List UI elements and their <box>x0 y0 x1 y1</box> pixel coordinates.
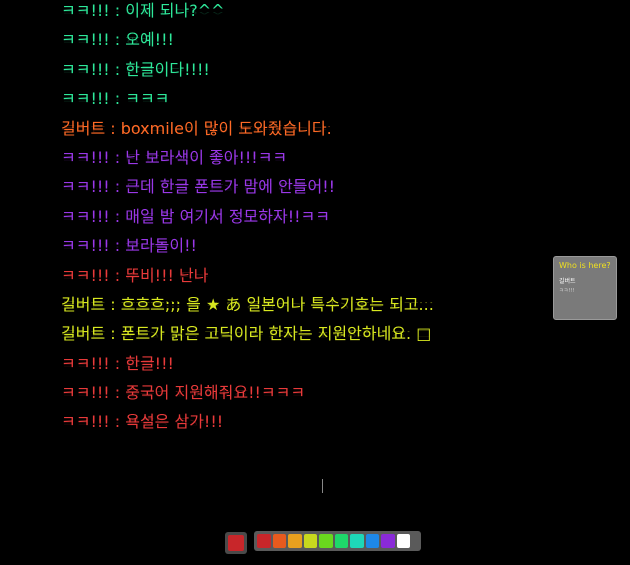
chat-message: ㅋㅋ!!! : 매일 밤 여기서 정모하자!!ㅋㅋ ㅋㅋ!!! : 매일 밤 여기… <box>61 206 541 235</box>
palette-swatch[interactable] <box>350 534 364 548</box>
palette-swatch[interactable] <box>319 534 333 548</box>
who-is-here-panel: Who is here? 길버트 ㅋㅋ!!! <box>553 256 617 320</box>
chat-message-text: ㅋㅋ!!! : 매일 밤 여기서 정모하자!!ㅋㅋ <box>61 206 330 226</box>
chat-message: ㅋㅋ!!! : 난 보라색이 좋아!!!ㅋㅋ ㅋㅋ!!! : 난 보라색이 좋아!… <box>61 147 541 176</box>
chat-message-text: ㅋㅋ!!! : 한글!!! <box>61 353 174 373</box>
current-color-button[interactable] <box>225 532 247 554</box>
chat-message: 길버트 : 폰트가 맑은 고딕이라 한자는 지원안하네요. □ 길버트 : 폰트가… <box>61 323 541 352</box>
palette-swatch[interactable] <box>381 534 395 548</box>
chat-message-text: ㅋㅋ!!! : 중국어 지원해줘요!!ㅋㅋㅋ <box>61 383 306 403</box>
chat-message: ㅋㅋ!!! : 이제 되나?^^ ㅋㅋ!!! : 이제 되나?^^ <box>61 0 541 29</box>
palette-swatch[interactable] <box>396 534 410 548</box>
text-input-cursor[interactable] <box>322 479 323 493</box>
online-user: 길버트 <box>559 278 576 285</box>
palette-swatch[interactable] <box>257 534 271 548</box>
chat-message-text: ㅋㅋ!!! : 오예!!! <box>61 30 174 50</box>
palette-swatch[interactable] <box>365 534 379 548</box>
palette-swatch[interactable] <box>272 534 286 548</box>
chat-message-text: 길버트 : 폰트가 맑은 고딕이라 한자는 지원안하네요. □ <box>61 324 432 344</box>
chat-message: ㅋㅋ!!! : 한글!!! ㅋㅋ!!! : 한글!!! <box>61 353 541 382</box>
chat-message: 길버트 : boxmile이 많이 도와줬습니다. 길버트 : boxmile이 … <box>61 118 541 147</box>
chat-message: ㅋㅋ!!! : 오예!!! ㅋㅋ!!! : 오예!!! <box>61 29 541 58</box>
chat-message-text: 길버트 : 흐흐흐;;; 을 ★ あ 일본어나 특수기호는 되고... <box>61 294 434 314</box>
chat-message: ㅋㅋ!!! : 중국어 지원해줘요!!ㅋㅋㅋ ㅋㅋ!!! : 중국어 지원해줘요!… <box>61 382 541 411</box>
chat-message-text: ㅋㅋ!!! : 욕설은 삼가!!! <box>61 412 224 432</box>
chat-message-text: 길버트 : boxmile이 많이 도와줬습니다. <box>61 118 332 138</box>
chat-message-text: ㅋㅋ!!! : ㅋㅋㅋ <box>61 89 170 109</box>
chat-message-text: ㅋㅋ!!! : 한글이다!!!! <box>61 59 210 79</box>
online-user: ㅋㅋ!!! <box>559 288 575 294</box>
chat-message-text: ㅋㅋ!!! : 보라돌이!! <box>61 236 197 256</box>
chat-message: 길버트 : 흐흐흐;;; 을 ★ あ 일본어나 특수기호는 되고... 길버트 :… <box>61 294 541 323</box>
chat-message-text: ㅋㅋ!!! : 난 보라색이 좋아!!!ㅋㅋ <box>61 147 288 167</box>
chat-message: ㅋㅋ!!! : 근데 한글 폰트가 맘에 안들어!! ㅋㅋ!!! : 근데 한글 … <box>61 176 541 205</box>
chat-message: ㅋㅋ!!! : ㅋㅋㅋ ㅋㅋ!!! : ㅋㅋㅋ <box>61 88 541 117</box>
chat-message: ㅋㅋ!!! : 욕설은 삼가!!! ㅋㅋ!!! : 욕설은 삼가!!! <box>61 411 541 440</box>
chat-message: ㅋㅋ!!! : 보라돌이!! ㅋㅋ!!! : 보라돌이!! <box>61 235 541 264</box>
current-color-swatch <box>228 535 244 551</box>
who-is-here-title: Who is here? <box>559 261 611 270</box>
chat-message: ㅋㅋ!!! : 뚜비!!! 난나 ㅋㅋ!!! : 뚜비!!! 난나 <box>61 265 541 294</box>
palette-swatch[interactable] <box>288 534 302 548</box>
chat-message-text: ㅋㅋ!!! : 이제 되나?^^ <box>61 1 225 20</box>
palette-swatch[interactable] <box>303 534 317 548</box>
chat-log: ㅋㅋ!!! : 이제 되나?^^ ㅋㅋ!!! : 이제 되나?^^ ㅋㅋ!!! : … <box>61 0 541 441</box>
color-palette <box>254 531 421 551</box>
chat-message-text: ㅋㅋ!!! : 뚜비!!! 난나 <box>61 265 209 285</box>
chat-message: ㅋㅋ!!! : 한글이다!!!! ㅋㅋ!!! : 한글이다!!!! <box>61 59 541 88</box>
palette-swatch[interactable] <box>334 534 348 548</box>
chat-message-text: ㅋㅋ!!! : 근데 한글 폰트가 맘에 안들어!! <box>61 177 336 197</box>
